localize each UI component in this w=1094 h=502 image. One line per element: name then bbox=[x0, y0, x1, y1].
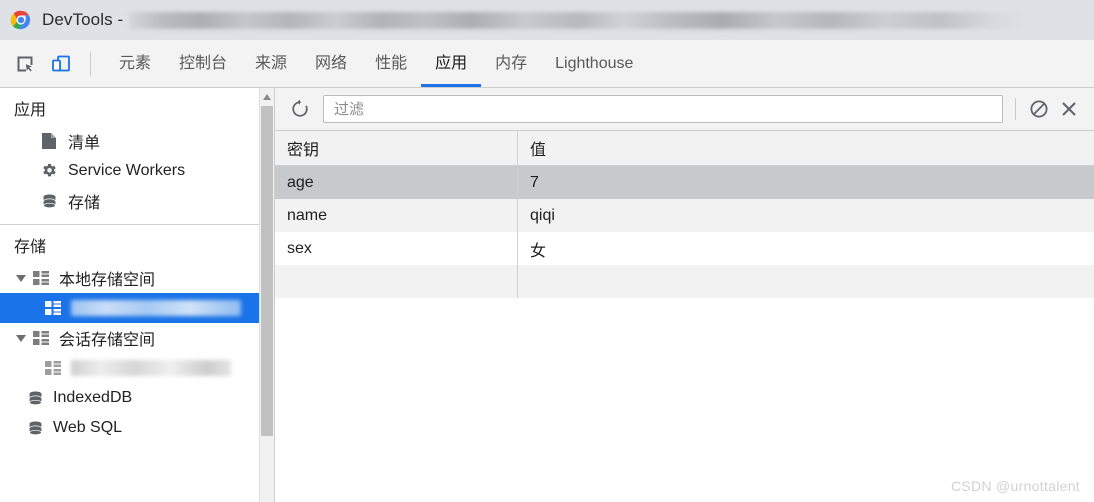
scrollbar-up-arrow-icon[interactable] bbox=[260, 88, 274, 105]
sidebar-item-label: Service Workers bbox=[68, 162, 186, 179]
tab-elements[interactable]: 元素 bbox=[105, 40, 165, 87]
tab-lighthouse[interactable]: Lighthouse bbox=[541, 40, 647, 87]
tree-item-label: 会话存储空间 bbox=[59, 332, 156, 349]
cell-value[interactable]: 7 bbox=[518, 166, 1094, 199]
document-icon bbox=[40, 132, 58, 150]
database-icon bbox=[40, 192, 58, 210]
tab-application[interactable]: 应用 bbox=[421, 40, 482, 87]
tabstrip-divider bbox=[90, 51, 91, 76]
sidebar-item-manifest[interactable]: 清单 bbox=[0, 126, 274, 156]
storage-panel: 密钥 值 age 7 name qiqi sex 女 CSDN @urnotta… bbox=[275, 88, 1094, 502]
table-row-empty[interactable] bbox=[275, 265, 1094, 298]
tab-console[interactable]: 控制台 bbox=[165, 40, 241, 87]
chrome-logo bbox=[10, 9, 32, 31]
sidebar-section-storage-title: 存储 bbox=[14, 239, 47, 256]
cell-value[interactable] bbox=[518, 265, 1094, 298]
sidebar-item-service-workers[interactable]: Service Workers bbox=[0, 156, 274, 186]
tree-item-session-storage[interactable]: 会话存储空间 bbox=[0, 323, 274, 353]
window-title-prefix: DevTools - bbox=[42, 10, 124, 29]
cell-key[interactable]: name bbox=[275, 199, 518, 232]
grid-icon bbox=[44, 359, 62, 377]
tab-sources[interactable]: 来源 bbox=[241, 40, 301, 87]
toolbar-divider bbox=[1015, 98, 1016, 120]
tab-memory[interactable]: 内存 bbox=[481, 40, 541, 87]
filter-input-wrapper[interactable] bbox=[323, 95, 1003, 123]
column-header-key[interactable]: 密钥 bbox=[275, 131, 518, 165]
cell-value[interactable]: qiqi bbox=[518, 199, 1094, 232]
scrollbar-thumb[interactable] bbox=[261, 106, 273, 436]
cell-key[interactable] bbox=[275, 265, 518, 298]
devtools-tabstrip: 元素 控制台 来源 网络 性能 应用 内存 Lighthouse bbox=[0, 40, 1094, 88]
window-title-redacted-url bbox=[129, 11, 1030, 29]
close-icon[interactable] bbox=[1054, 94, 1084, 124]
database-icon bbox=[26, 419, 44, 437]
chevron-down-icon[interactable] bbox=[14, 334, 28, 342]
column-header-value[interactable]: 值 bbox=[518, 131, 1094, 165]
table-empty-area bbox=[275, 298, 1094, 502]
grid-icon bbox=[44, 299, 62, 317]
tree-item-label-redacted bbox=[71, 360, 231, 376]
tree-item-session-storage-origin[interactable] bbox=[0, 353, 274, 383]
clear-all-icon[interactable] bbox=[1024, 94, 1054, 124]
database-icon bbox=[26, 389, 44, 407]
tree-item-local-storage-origin[interactable] bbox=[0, 293, 274, 323]
grid-icon bbox=[32, 329, 50, 347]
refresh-icon[interactable] bbox=[285, 94, 315, 124]
application-sidebar: 应用 清单 Service Workers 存储 存储 本地存储空间 会话存储空… bbox=[0, 88, 275, 502]
chevron-down-icon[interactable] bbox=[14, 274, 28, 282]
cell-key[interactable]: sex bbox=[275, 232, 518, 265]
tree-item-indexeddb[interactable]: IndexedDB bbox=[0, 383, 274, 413]
device-toolbar-icon[interactable] bbox=[46, 49, 76, 79]
inspect-element-icon[interactable] bbox=[10, 49, 40, 79]
storage-toolbar bbox=[275, 88, 1094, 131]
tab-network[interactable]: 网络 bbox=[301, 40, 361, 87]
tree-item-label: Web SQL bbox=[53, 419, 123, 436]
grid-icon bbox=[32, 269, 50, 287]
devtools-content: 应用 清单 Service Workers 存储 存储 本地存储空间 会话存储空… bbox=[0, 88, 1094, 502]
filter-input[interactable] bbox=[332, 99, 994, 119]
table-header-row: 密钥 值 bbox=[275, 131, 1094, 166]
table-row[interactable]: age 7 bbox=[275, 166, 1094, 199]
table-row[interactable]: sex 女 bbox=[275, 232, 1094, 265]
sidebar-item-label: 清单 bbox=[68, 135, 101, 152]
table-row[interactable]: name qiqi bbox=[275, 199, 1094, 232]
tab-performance[interactable]: 性能 bbox=[361, 40, 421, 87]
storage-data-grid: 密钥 值 age 7 name qiqi sex 女 bbox=[275, 131, 1094, 502]
sidebar-item-storage[interactable]: 存储 bbox=[0, 186, 274, 216]
tree-item-label-redacted bbox=[71, 300, 241, 316]
gear-icon bbox=[40, 162, 58, 180]
tree-item-web-sql[interactable]: Web SQL bbox=[0, 413, 274, 443]
tree-item-label: 本地存储空间 bbox=[59, 272, 156, 289]
sidebar-item-label: 存储 bbox=[68, 195, 101, 212]
tree-item-label: IndexedDB bbox=[53, 389, 133, 406]
cell-value[interactable]: 女 bbox=[518, 232, 1094, 265]
cell-key[interactable]: age bbox=[275, 166, 518, 199]
watermark: CSDN @urnottalent bbox=[950, 478, 1080, 494]
sidebar-scrollbar[interactable] bbox=[259, 88, 274, 502]
sidebar-section-application-title: 应用 bbox=[14, 102, 47, 119]
window-title-bar: DevTools - bbox=[0, 0, 1094, 40]
tree-item-local-storage[interactable]: 本地存储空间 bbox=[0, 263, 274, 293]
